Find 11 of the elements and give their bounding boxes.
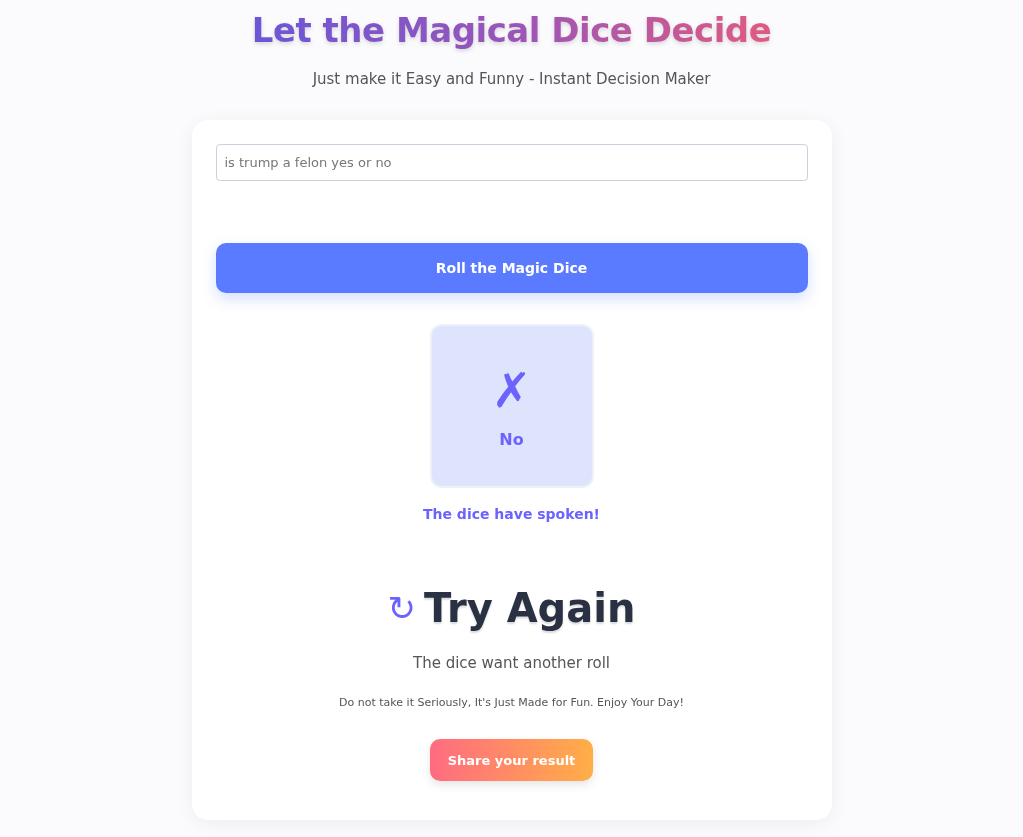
disclaimer: Do not take it Seriously, It's Just Made for Fun. Enjoy Your Day! [339, 696, 684, 709]
retry-symbol: ↻ [387, 588, 417, 628]
dice-message: The dice have spoken! [422, 506, 600, 522]
cross-symbol: ✗ [491, 363, 532, 416]
result-heading: Try Again [424, 584, 636, 632]
result-caption: The dice want another roll [413, 654, 610, 672]
dice-answer: No [499, 429, 524, 449]
subtitle: Just make it Easy and Funny - Instant Decision Maker [311, 69, 712, 90]
question-field[interactable]: is trump a felon yes or no [215, 144, 808, 181]
roll-button[interactable]: Roll the Magic Dice [215, 243, 808, 293]
share-button[interactable]: Share your result [429, 739, 594, 781]
